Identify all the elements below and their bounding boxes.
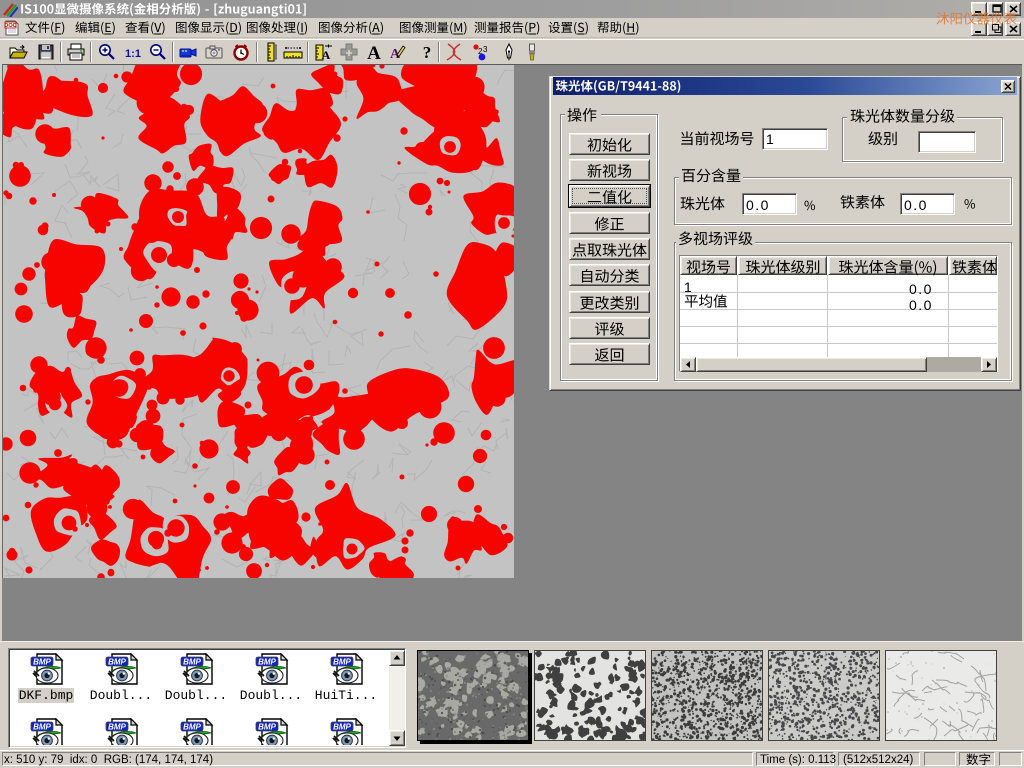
svg-text:DOC: DOC <box>4 23 16 29</box>
svg-text:BMP: BMP <box>258 658 276 667</box>
svg-text:BMP: BMP <box>108 658 126 667</box>
svg-text:BMP: BMP <box>183 723 201 732</box>
svg-text:3: 3 <box>483 45 488 54</box>
svg-text:BMP: BMP <box>333 658 351 667</box>
svg-text:BMP: BMP <box>108 723 126 732</box>
svg-text:BMP: BMP <box>183 658 201 667</box>
svg-text:1:1: 1:1 <box>125 48 141 60</box>
svg-text:BMP: BMP <box>333 723 351 732</box>
svg-text:A: A <box>367 43 381 62</box>
svg-text:BMP: BMP <box>33 723 51 732</box>
svg-text:?: ? <box>423 43 432 62</box>
svg-text:BMP: BMP <box>33 658 51 667</box>
svg-text:A: A <box>322 48 331 62</box>
svg-text:BMP: BMP <box>258 723 276 732</box>
